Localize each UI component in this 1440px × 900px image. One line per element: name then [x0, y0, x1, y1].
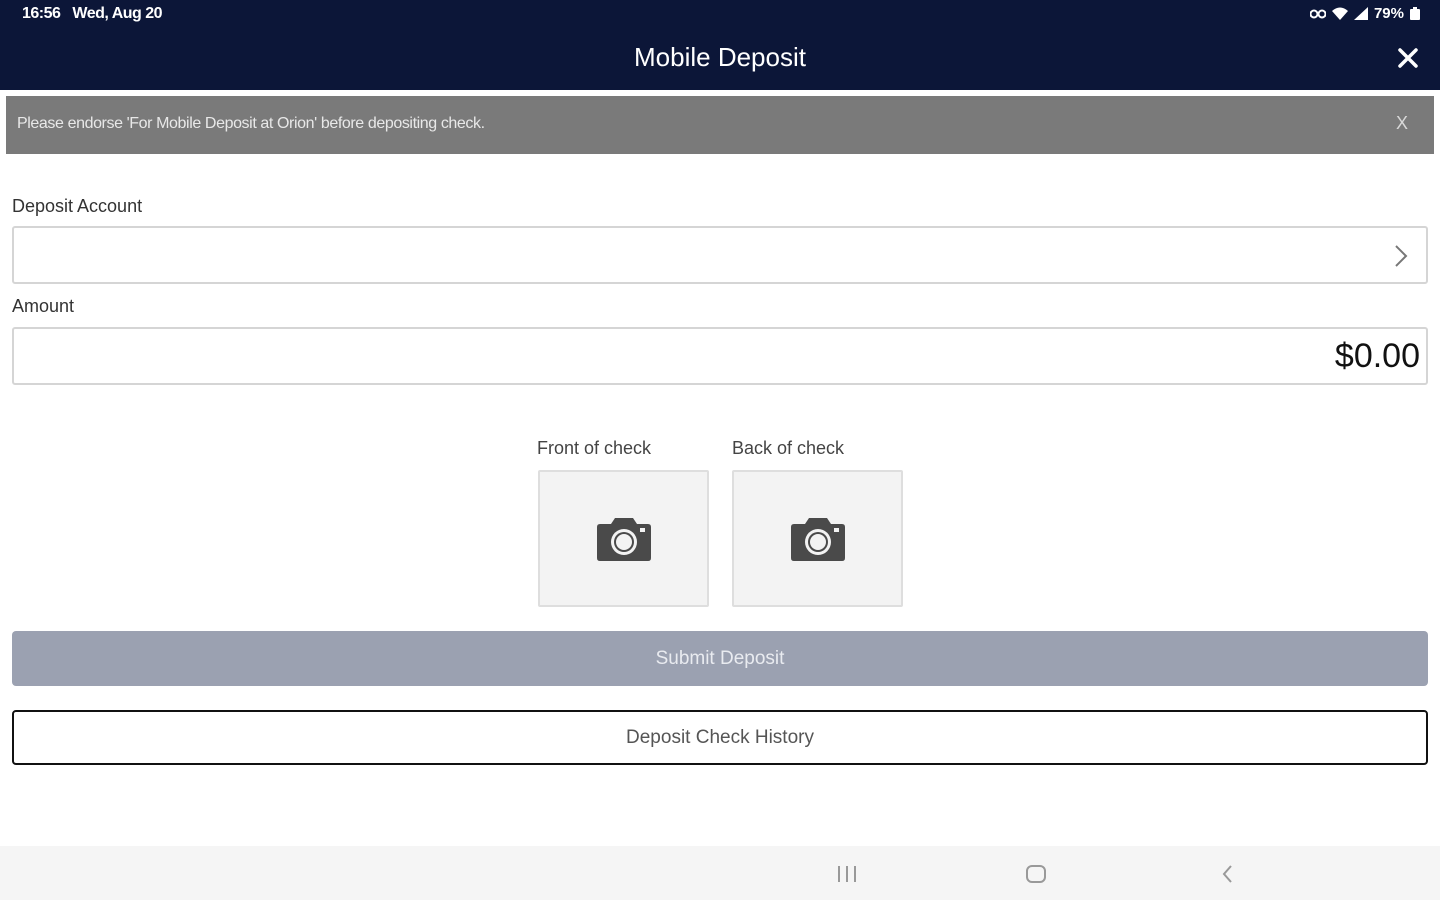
wifi-icon [1331, 7, 1348, 20]
system-nav-bar [0, 846, 1440, 900]
status-time: 16:56 [22, 5, 61, 22]
amount-input[interactable]: $0.00 [12, 327, 1428, 385]
amount-value: $0.00 [1334, 337, 1420, 375]
link-icon [1309, 9, 1326, 18]
submit-deposit-button[interactable]: Submit Deposit [12, 631, 1428, 686]
deposit-account-selector[interactable] [12, 226, 1428, 284]
close-button[interactable] [1394, 44, 1422, 72]
signal-icon [1353, 7, 1368, 20]
back-of-check-capture[interactable] [732, 470, 903, 607]
front-of-check-capture[interactable] [538, 470, 709, 607]
endorsement-banner: Please endorse 'For Mobile Deposit at Or… [6, 96, 1434, 154]
status-date: Wed, Aug 20 [72, 5, 163, 22]
chevron-right-icon [1395, 245, 1408, 267]
battery-icon [1410, 7, 1420, 20]
front-of-check-label: Front of check [537, 438, 652, 458]
page-title: Mobile Deposit [634, 42, 806, 72]
status-clock: 16:56 Wed, Aug 20 [22, 5, 163, 23]
camera-icon [791, 518, 845, 561]
back-icon [1222, 865, 1232, 883]
home-icon [1026, 865, 1046, 883]
back-button[interactable] [1218, 862, 1238, 891]
app-header: 16:56 Wed, Aug 20 79% Mobile Deposit [0, 0, 1440, 90]
battery-percent: 79% [1373, 5, 1404, 22]
back-of-check-label: Back of check [732, 438, 845, 458]
recent-apps-icon [838, 866, 856, 882]
close-icon [1398, 48, 1418, 68]
banner-close-button[interactable]: X [1396, 113, 1408, 134]
recent-apps-button[interactable] [836, 862, 858, 891]
deposit-check-history-button[interactable]: Deposit Check History [12, 710, 1428, 765]
status-icons: 79% [1309, 5, 1420, 22]
deposit-account-label: Deposit Account [12, 196, 143, 216]
home-button[interactable] [1025, 862, 1047, 891]
mobile-deposit-screen: 16:56 Wed, Aug 20 79% Mobile Deposit Plea… [0, 0, 1440, 900]
camera-icon [597, 518, 651, 561]
banner-message: Please endorse 'For Mobile Deposit at Or… [17, 115, 485, 132]
amount-label: Amount [12, 296, 75, 316]
